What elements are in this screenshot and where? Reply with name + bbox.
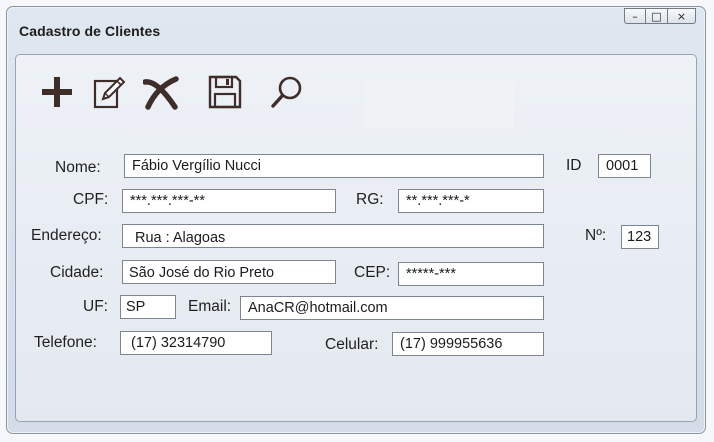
- celular-field[interactable]: (17) 999955636: [392, 332, 544, 356]
- delete-icon: [143, 76, 179, 110]
- email-field[interactable]: AnaCR@hotmail.com: [240, 296, 544, 320]
- id-field[interactable]: 0001: [598, 154, 651, 178]
- cpf-label: CPF:: [73, 191, 109, 208]
- nome-field[interactable]: Fábio Vergílio Nucci: [124, 154, 544, 178]
- maximize-button[interactable]: □: [646, 8, 668, 24]
- minimize-button[interactable]: –: [624, 8, 646, 24]
- edit-icon: [93, 76, 126, 109]
- form-panel: Nome: Fábio Vergílio Nucci ID 0001 CPF: …: [15, 54, 697, 422]
- rg-label: RG:: [356, 191, 384, 208]
- email-label: Email:: [188, 298, 232, 315]
- telefone-label: Telefone:: [34, 334, 97, 351]
- search-button[interactable]: [268, 73, 306, 111]
- cidade-field[interactable]: São José do Rio Preto: [122, 260, 336, 284]
- nome-label: Nome:: [55, 159, 101, 176]
- edit-button[interactable]: [90, 73, 128, 111]
- cep-label: CEP:: [354, 264, 391, 281]
- id-label: ID: [566, 157, 582, 174]
- rg-field[interactable]: **.***.***-*: [398, 189, 544, 213]
- cep-field[interactable]: *****-***: [398, 262, 544, 286]
- window-title: Cadastro de Clientes: [19, 23, 161, 39]
- cpf-field[interactable]: ***.***.***-**: [122, 189, 336, 213]
- delete-button[interactable]: [142, 73, 180, 111]
- close-button[interactable]: ×: [668, 8, 696, 24]
- numero-field[interactable]: 123: [621, 225, 659, 249]
- toolbar-blank-area: [364, 81, 514, 129]
- window-controls: – □ ×: [624, 8, 696, 24]
- plus-icon: [42, 77, 72, 107]
- save-button[interactable]: [206, 73, 244, 111]
- uf-label: UF:: [83, 298, 108, 315]
- celular-label: Celular:: [325, 336, 379, 353]
- uf-field[interactable]: SP: [120, 295, 176, 319]
- endereco-label: Endereço:: [31, 227, 102, 244]
- add-button[interactable]: [38, 73, 76, 111]
- client-window: Cadastro de Clientes – □ × Nome: Fábio V…: [6, 6, 706, 434]
- save-icon: [208, 75, 242, 109]
- search-icon: [271, 76, 302, 108]
- numero-label: Nº:: [585, 227, 607, 244]
- telefone-field[interactable]: (17) 32314790: [120, 331, 272, 355]
- cidade-label: Cidade:: [50, 264, 104, 281]
- endereco-field[interactable]: Rua : Alagoas: [122, 224, 544, 248]
